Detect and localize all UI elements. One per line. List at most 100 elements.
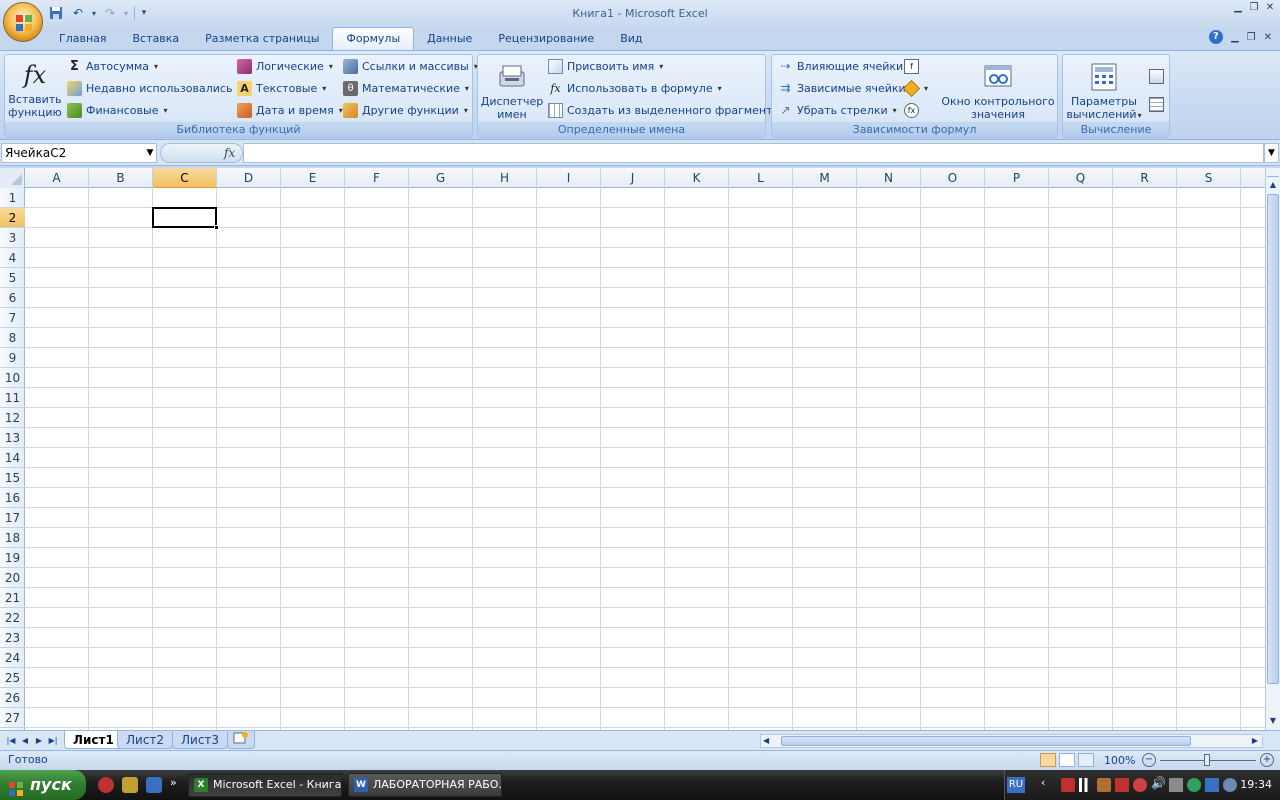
row-header[interactable]: 1: [0, 188, 25, 208]
scroll-down-icon[interactable]: ▼: [1267, 714, 1279, 728]
scroll-right-icon[interactable]: ▶: [1252, 736, 1258, 745]
column-header[interactable]: P: [985, 168, 1049, 188]
close-app-button[interactable]: ✕: [1262, 2, 1278, 14]
tray-connection-icon[interactable]: [1223, 778, 1237, 792]
column-header[interactable]: E: [281, 168, 345, 188]
zoom-slider-thumb[interactable]: [1204, 754, 1210, 766]
column-header[interactable]: O: [921, 168, 985, 188]
column-header[interactable]: H: [473, 168, 537, 188]
define-name-button[interactable]: Присвоить имя ▾: [548, 59, 663, 74]
zoom-out-icon[interactable]: −: [1142, 753, 1156, 767]
row-header[interactable]: 12: [0, 408, 25, 428]
expand-formula-bar-icon[interactable]: ▼: [1264, 143, 1279, 163]
recently-used-button[interactable]: Недавно использовались▾: [67, 81, 241, 96]
quicklaunch-opera-icon[interactable]: [98, 777, 114, 793]
create-from-selection-button[interactable]: Создать из выделенного фрагмента: [548, 103, 779, 118]
watch-window-button[interactable]: Окно контрольного значения: [940, 59, 1056, 121]
office-button[interactable]: [3, 2, 43, 42]
undo-dropdown-icon[interactable]: ▾: [90, 4, 98, 22]
column-header[interactable]: S: [1177, 168, 1241, 188]
error-checking-button[interactable]: ▾: [903, 80, 928, 97]
row-header[interactable]: 22: [0, 608, 25, 628]
quicklaunch-app-icon[interactable]: [122, 777, 138, 793]
logical-button[interactable]: Логические ▾: [237, 59, 333, 74]
calculate-sheet-button[interactable]: [1149, 97, 1164, 112]
trace-dependents-button[interactable]: ⇉ Зависимые ячейки: [778, 81, 905, 96]
column-header[interactable]: I: [537, 168, 601, 188]
math-button[interactable]: θ Математические ▾: [343, 81, 469, 96]
quicklaunch-browser-icon[interactable]: [146, 777, 162, 793]
row-header[interactable]: 21: [0, 588, 25, 608]
prev-sheet-icon[interactable]: ◀: [18, 734, 32, 747]
tray-device-icon[interactable]: [1169, 778, 1183, 792]
row-header[interactable]: 25: [0, 668, 25, 688]
row-header[interactable]: 27: [0, 708, 25, 728]
vertical-scrollbar[interactable]: ▲ ▼: [1265, 168, 1280, 730]
row-header[interactable]: 24: [0, 648, 25, 668]
tab-review[interactable]: Рецензирование: [485, 28, 607, 50]
row-header[interactable]: 20: [0, 568, 25, 588]
tray-signal-icon[interactable]: [1079, 778, 1093, 792]
column-header[interactable]: L: [729, 168, 793, 188]
tray-expand-icon[interactable]: ‹: [1041, 776, 1045, 789]
language-indicator[interactable]: RU: [1007, 777, 1025, 793]
select-all-button[interactable]: [0, 168, 25, 188]
zoom-level[interactable]: 100%: [1104, 754, 1135, 767]
use-in-formula-button[interactable]: fx Использовать в формуле ▾: [548, 81, 721, 96]
column-header[interactable]: Q: [1049, 168, 1113, 188]
row-header[interactable]: 16: [0, 488, 25, 508]
page-layout-view-icon[interactable]: [1059, 753, 1075, 767]
column-header[interactable]: G: [409, 168, 473, 188]
row-header[interactable]: 10: [0, 368, 25, 388]
customize-qat-icon[interactable]: ▾: [139, 4, 149, 22]
tab-formulas[interactable]: Формулы: [332, 27, 415, 50]
zoom-in-icon[interactable]: +: [1260, 753, 1274, 767]
tray-security-icon[interactable]: [1115, 778, 1129, 792]
row-header[interactable]: 23: [0, 628, 25, 648]
next-sheet-icon[interactable]: ▶: [32, 734, 46, 747]
row-header[interactable]: 9: [0, 348, 25, 368]
vertical-scroll-thumb[interactable]: [1267, 194, 1279, 684]
trace-precedents-button[interactable]: ⇢ Влияющие ячейки: [778, 59, 903, 74]
close-workbook-icon[interactable]: ✕: [1264, 32, 1272, 43]
column-header[interactable]: R: [1113, 168, 1177, 188]
row-header[interactable]: 26: [0, 688, 25, 708]
save-icon[interactable]: [46, 4, 66, 22]
restore-workbook-icon[interactable]: ❐: [1247, 32, 1256, 43]
page-break-view-icon[interactable]: [1078, 753, 1094, 767]
cells-area[interactable]: [25, 188, 1265, 730]
calculate-now-button[interactable]: [1149, 69, 1164, 84]
sheet-tab-3[interactable]: Лист3: [172, 731, 229, 749]
volume-icon[interactable]: 🔊: [1151, 776, 1166, 790]
taskbar-word[interactable]: W ЛАБОРАТОРНАЯ РАБО...: [348, 773, 502, 797]
tab-insert[interactable]: Вставка: [120, 28, 193, 50]
active-cell[interactable]: [152, 207, 217, 228]
split-handle[interactable]: [1267, 169, 1279, 177]
horizontal-scroll-thumb[interactable]: [781, 736, 1191, 746]
scroll-left-icon[interactable]: ◀: [763, 736, 769, 745]
normal-view-icon[interactable]: [1040, 753, 1056, 767]
row-header[interactable]: 7: [0, 308, 25, 328]
more-functions-button[interactable]: Другие функции ▾: [343, 103, 468, 118]
column-header[interactable]: M: [793, 168, 857, 188]
name-box-dropdown-icon[interactable]: ▼: [143, 143, 157, 163]
taskbar-excel[interactable]: X Microsoft Excel - Книга1: [188, 773, 342, 797]
show-formulas-button[interactable]: f: [904, 59, 919, 74]
row-header[interactable]: 19: [0, 548, 25, 568]
insert-sheet-icon[interactable]: [227, 731, 255, 749]
column-header[interactable]: A: [25, 168, 89, 188]
tray-app-icon[interactable]: [1097, 778, 1111, 792]
calculation-options-button[interactable]: Параметры вычислений▾: [1065, 59, 1143, 122]
minimize-app-button[interactable]: ▁: [1230, 2, 1246, 14]
row-header[interactable]: 15: [0, 468, 25, 488]
remove-arrows-button[interactable]: ↗ Убрать стрелки ▾: [778, 103, 896, 118]
row-header[interactable]: 2: [0, 208, 25, 228]
column-header[interactable]: J: [601, 168, 665, 188]
column-header[interactable]: N: [857, 168, 921, 188]
help-icon[interactable]: ?: [1208, 30, 1223, 44]
financial-button[interactable]: Финансовые ▾: [67, 103, 167, 118]
redo-icon[interactable]: ↷: [100, 4, 120, 22]
name-box[interactable]: ЯчейкаC2: [1, 143, 157, 163]
row-header[interactable]: 13: [0, 428, 25, 448]
date-time-button[interactable]: Дата и время ▾: [237, 103, 343, 118]
